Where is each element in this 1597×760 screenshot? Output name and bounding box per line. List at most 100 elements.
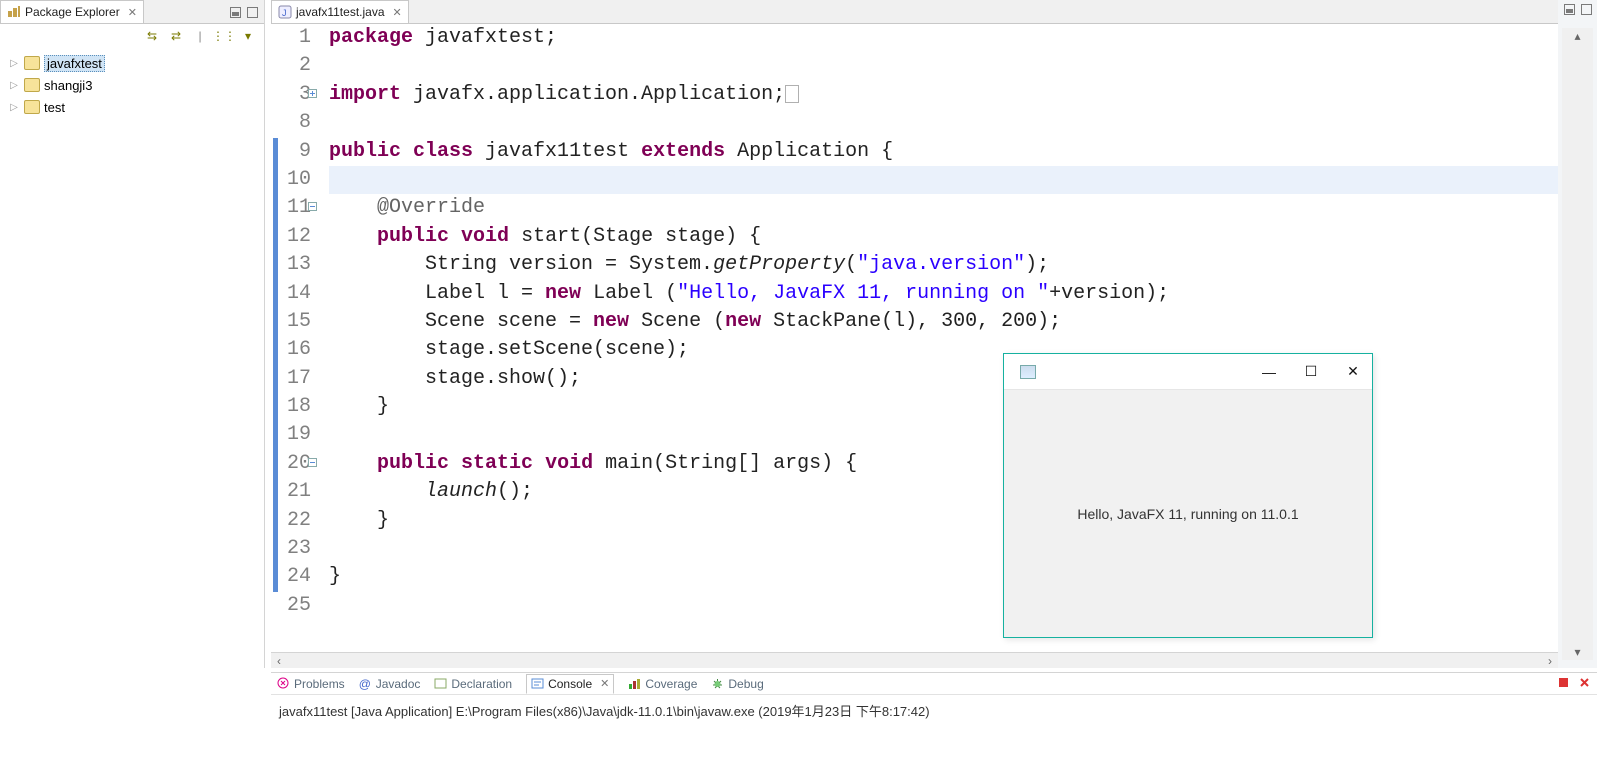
horizontal-scrollbar[interactable]: ‹ › [271, 652, 1558, 668]
maximize-pane-icon[interactable] [1581, 4, 1592, 15]
line-number[interactable]: 21 [271, 478, 311, 506]
line-number[interactable]: 15 [271, 308, 311, 336]
line-number[interactable]: 3 [271, 81, 311, 109]
window-minimize-icon[interactable]: — [1262, 365, 1276, 379]
code-line[interactable]: public static void main(String[] args) { [329, 450, 1558, 478]
code-line[interactable]: Scene scene = new Scene (new StackPane(l… [329, 308, 1558, 336]
code-line[interactable] [329, 166, 1558, 194]
minimize-pane-icon[interactable] [230, 7, 241, 18]
project-item-shangji3[interactable]: ▷ shangji3 [0, 74, 264, 96]
code-line[interactable]: stage.setScene(scene); [329, 336, 1558, 364]
tab-declaration[interactable]: Declaration [434, 677, 512, 691]
vertical-scrollbar[interactable]: ▴ ▾ [1562, 28, 1593, 660]
line-number[interactable]: 19 [271, 421, 311, 449]
editor-tab[interactable]: J javafx11test.java ✕ [271, 0, 409, 23]
package-explorer-tab[interactable]: Package Explorer ✕ [0, 0, 144, 23]
code-line[interactable] [329, 592, 1558, 620]
code-line[interactable]: } [329, 393, 1558, 421]
line-number[interactable]: 1 [271, 24, 311, 52]
code-line[interactable]: import javafx.application.Application; [329, 81, 1558, 109]
code-line[interactable]: @Override [329, 194, 1558, 222]
project-folder-icon [24, 56, 40, 70]
line-number[interactable]: 14 [271, 280, 311, 308]
code-line[interactable]: String version = System.getProperty("jav… [329, 251, 1558, 279]
line-number[interactable]: 2 [271, 52, 311, 80]
line-number[interactable]: 11 [271, 194, 311, 222]
project-label: test [44, 100, 65, 115]
javafx-app-window[interactable]: — ☐ ✕ Hello, JavaFX 11, running on 11.0.… [1003, 353, 1373, 638]
filters-icon[interactable]: ⋮⋮ [216, 28, 232, 44]
link-editor-icon[interactable]: ⇄ [168, 28, 184, 44]
tab-debug[interactable]: Debug [711, 677, 763, 691]
tab-javadoc[interactable]: @Javadoc [359, 677, 421, 691]
line-number[interactable]: 13 [271, 251, 311, 279]
tab-coverage[interactable]: Coverage [628, 677, 697, 691]
line-number[interactable]: 10 [271, 166, 311, 194]
code-line[interactable]: } [329, 563, 1558, 591]
code-line[interactable]: launch(); [329, 478, 1558, 506]
line-number[interactable]: 18 [271, 393, 311, 421]
tab-problems[interactable]: Problems [277, 677, 345, 691]
line-number[interactable]: 16 [271, 336, 311, 364]
twisty-icon[interactable]: ▷ [8, 102, 20, 113]
fold-toggle-icon[interactable] [308, 89, 317, 98]
remove-launch-icon[interactable] [1578, 676, 1591, 692]
window-titlebar[interactable]: — ☐ ✕ [1004, 354, 1372, 390]
code-line[interactable] [329, 109, 1558, 137]
code-line[interactable] [329, 52, 1558, 80]
line-number[interactable]: 17 [271, 365, 311, 393]
line-number-gutter[interactable]: 1238910111213141516171819202122232425 [271, 24, 319, 652]
tab-console[interactable]: Console✕ [526, 674, 614, 694]
code-line[interactable]: package javafxtest; [329, 24, 1558, 52]
line-number[interactable]: 23 [271, 535, 311, 563]
line-number[interactable]: 20 [271, 450, 311, 478]
window-close-icon[interactable]: ✕ [1346, 365, 1360, 379]
maximize-pane-icon[interactable] [247, 7, 258, 18]
console-pane: Problems @Javadoc Declaration Console✕ C… [271, 672, 1597, 760]
code-line[interactable] [329, 421, 1558, 449]
bottom-tabbar: Problems @Javadoc Declaration Console✕ C… [271, 673, 1597, 695]
close-icon[interactable]: ✕ [600, 677, 609, 690]
declaration-icon [434, 677, 447, 690]
debug-icon [711, 677, 724, 690]
code-line[interactable]: public void start(Stage stage) { [329, 223, 1558, 251]
fold-toggle-icon[interactable] [308, 458, 317, 467]
separator-icon: | [192, 28, 208, 44]
scroll-left-icon[interactable]: ‹ [271, 653, 287, 669]
editor-tabbar: J javafx11test.java ✕ [271, 0, 1558, 24]
package-explorer-icon [7, 5, 21, 19]
twisty-icon[interactable]: ▷ [8, 58, 20, 69]
coverage-icon [628, 677, 641, 690]
twisty-icon[interactable]: ▷ [8, 80, 20, 91]
fold-toggle-icon[interactable] [308, 202, 317, 211]
close-icon[interactable]: ✕ [393, 6, 402, 19]
code-line[interactable]: stage.show(); [329, 365, 1558, 393]
line-number[interactable]: 24 [271, 563, 311, 591]
terminate-icon[interactable] [1557, 676, 1570, 692]
scroll-down-icon[interactable]: ▾ [1562, 644, 1593, 660]
close-icon[interactable]: ✕ [128, 6, 137, 19]
line-number[interactable]: 25 [271, 592, 311, 620]
scroll-up-icon[interactable]: ▴ [1562, 28, 1593, 44]
editor-right-strip: ▴ ▾ [1558, 0, 1597, 668]
view-menu-icon[interactable]: ▾ [240, 28, 256, 44]
line-number[interactable]: 22 [271, 507, 311, 535]
project-label: shangji3 [44, 78, 92, 93]
code-line[interactable]: public class javafx11test extends Applic… [329, 138, 1558, 166]
problems-icon [277, 677, 290, 690]
svg-text:J: J [282, 8, 287, 18]
code-line[interactable]: Label l = new Label ("Hello, JavaFX 11, … [329, 280, 1558, 308]
window-maximize-icon[interactable]: ☐ [1304, 365, 1318, 379]
code-line[interactable]: } [329, 507, 1558, 535]
scroll-right-icon[interactable]: › [1542, 653, 1558, 669]
project-item-test[interactable]: ▷ test [0, 96, 264, 118]
minimize-pane-icon[interactable] [1564, 4, 1575, 15]
collapse-all-icon[interactable]: ⇆ [144, 28, 160, 44]
line-number[interactable]: 12 [271, 223, 311, 251]
line-number[interactable]: 9 [271, 138, 311, 166]
code-line[interactable] [329, 535, 1558, 563]
line-number[interactable]: 8 [271, 109, 311, 137]
javadoc-icon: @ [359, 677, 372, 690]
project-item-javafxtest[interactable]: ▷javafxtest [0, 52, 264, 74]
package-explorer-toolbar: ⇆ ⇄ | ⋮⋮ ▾ [0, 24, 264, 48]
